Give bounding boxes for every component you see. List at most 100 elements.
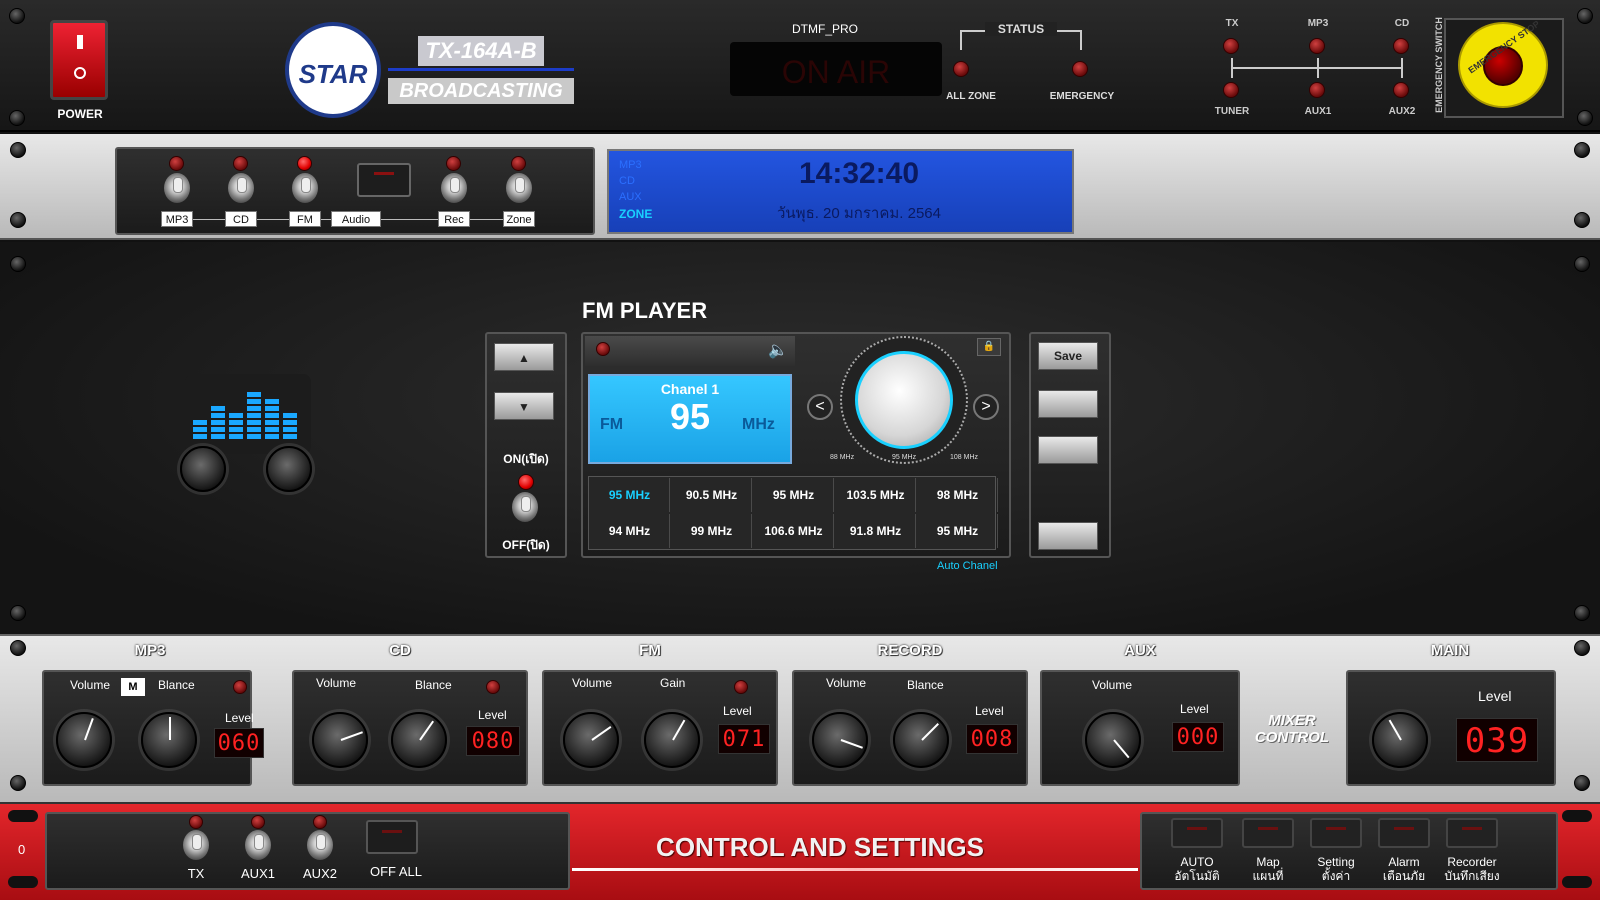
bottom-aux2-toggle[interactable]: [307, 830, 333, 860]
mixer-record-balance-label: Blance: [907, 678, 944, 692]
route-aux1-led[interactable]: [1309, 82, 1325, 98]
route-tuner-led[interactable]: [1223, 82, 1239, 98]
source-rec-label: Rec: [438, 211, 470, 227]
source-cd-toggle[interactable]: [228, 173, 254, 203]
source-zone-toggle[interactable]: [506, 173, 532, 203]
dtmf-label: DTMF_PRO: [792, 22, 858, 36]
mixer-main-level-display: 039: [1456, 718, 1538, 762]
lock-icon[interactable]: 🔒: [977, 338, 1001, 356]
mixer-aux-level-label: Level: [1180, 702, 1209, 716]
control-auto-button[interactable]: [1171, 818, 1223, 848]
lcd-indicator-cd: CD: [619, 175, 635, 187]
fm-tuning-dial[interactable]: [855, 351, 953, 449]
source-zone-led: [511, 156, 526, 171]
source-audio-button[interactable]: [357, 163, 411, 197]
fm-next-button[interactable]: >: [973, 394, 999, 420]
lcd-indicator-zone: ZONE: [619, 207, 653, 221]
bottom-tx-toggle[interactable]: [183, 830, 209, 860]
mixer-mp3-balance-knob[interactable]: [141, 712, 197, 768]
bottom-side-value: 0: [18, 842, 26, 857]
fm-preset-6[interactable]: 94 MHz: [590, 514, 670, 548]
mixer-fm-level-label: Level: [723, 704, 752, 718]
fm-slot-button-2[interactable]: [1038, 436, 1098, 464]
mixer-fm-volume-knob[interactable]: [563, 712, 619, 768]
fm-slot-button-1[interactable]: [1038, 390, 1098, 418]
mixer-mp3-level-label: Level: [225, 711, 254, 725]
control-auto-thai-label: อัตโนมัติ: [1174, 869, 1220, 883]
on-air-display: ON AIR: [730, 42, 942, 96]
mixer-cd-volume-knob[interactable]: [312, 712, 368, 768]
equalizer-bar-segment: [193, 420, 207, 425]
route-tx-led[interactable]: [1223, 38, 1239, 54]
power-switch-ring: [74, 67, 86, 79]
fm-slot-button-3[interactable]: [1038, 522, 1098, 550]
source-mp3-toggle[interactable]: [164, 173, 190, 203]
fm-preset-3[interactable]: 95 MHz: [754, 478, 834, 512]
fm-prev-button[interactable]: <: [807, 394, 833, 420]
route-cd-led[interactable]: [1393, 38, 1409, 54]
fm-preset-2[interactable]: 90.5 MHz: [672, 478, 752, 512]
mixer-fm-led: [734, 680, 748, 694]
bottom-aux2-led: [313, 815, 327, 829]
source-rec-toggle[interactable]: [441, 173, 467, 203]
mixer-record-volume-knob[interactable]: [812, 712, 868, 768]
control-setting-button[interactable]: [1310, 818, 1362, 848]
mixer-main-knob[interactable]: [1372, 712, 1428, 768]
route-label-tx: TX: [1225, 18, 1239, 29]
on-air-text: ON AIR: [781, 54, 891, 90]
fm-preset-8[interactable]: 106.6 MHz: [754, 514, 834, 548]
emergency-switch-label: EMERGENCY SWITCH: [1434, 17, 1444, 113]
fm-dial-min: 88 MHz: [830, 454, 855, 461]
fm-preset-1[interactable]: 95 MHz: [590, 478, 670, 512]
eq-left-knob[interactable]: [180, 446, 226, 492]
equalizer-bar-segment: [229, 427, 243, 432]
control-alarm-button[interactable]: [1378, 818, 1430, 848]
equalizer-bar-segment: [193, 434, 207, 439]
control-map-button[interactable]: [1242, 818, 1294, 848]
speaker-icon[interactable]: 🔈: [768, 340, 788, 360]
bottom-aux1-toggle[interactable]: [245, 830, 271, 860]
fm-save-button[interactable]: Save: [1038, 342, 1098, 370]
mixer-cd-balance-knob[interactable]: [391, 712, 447, 768]
source-fm-label: FM: [289, 211, 321, 227]
off-all-label: OFF ALL: [369, 864, 423, 879]
screw: [10, 775, 26, 791]
fm-down-button[interactable]: ▼: [494, 392, 554, 420]
mixer-cd-volume-label: Volume: [316, 676, 357, 690]
screw: [10, 605, 26, 621]
banner-line: [572, 868, 1138, 871]
bottom-side-slot: [1562, 810, 1592, 822]
fm-preset-4[interactable]: 103.5 MHz: [836, 478, 916, 512]
mixer-fm-gain-knob[interactable]: [644, 712, 700, 768]
mixer-mp3-volume-knob[interactable]: [56, 712, 112, 768]
source-fm-toggle[interactable]: [292, 173, 318, 203]
fm-preset-10[interactable]: 95 MHz: [918, 514, 998, 548]
power-switch-mark: [77, 35, 83, 49]
equalizer-bar-segment: [265, 406, 279, 411]
fm-preset-7[interactable]: 99 MHz: [672, 514, 752, 548]
control-map-thai-label: แผนที่: [1252, 869, 1284, 883]
status-emergency-led: [1072, 61, 1088, 77]
fm-title: FM PLAYER: [582, 298, 708, 323]
control-recorder-button[interactable]: [1446, 818, 1498, 848]
eq-right-knob[interactable]: [266, 446, 312, 492]
source-cd-label: CD: [225, 211, 257, 227]
mixer-aux-volume-knob[interactable]: [1085, 712, 1141, 768]
mixer-main-title: MAIN: [1430, 642, 1470, 659]
route-mp3-led[interactable]: [1309, 38, 1325, 54]
route-aux2-led[interactable]: [1393, 82, 1409, 98]
equalizer-bar-segment: [211, 413, 225, 418]
fm-up-button[interactable]: ▲: [494, 343, 554, 371]
fm-power-toggle[interactable]: [512, 492, 538, 522]
off-all-button[interactable]: [366, 820, 418, 854]
fm-preset-9[interactable]: 91.8 MHz: [836, 514, 916, 548]
fm-top-bar: [585, 336, 795, 366]
power-switch[interactable]: [50, 20, 108, 100]
fm-preset-5[interactable]: 98 MHz: [918, 478, 998, 512]
mixer-mp3-mute-button[interactable]: M: [121, 678, 145, 696]
status-all-zone-led: [953, 61, 969, 77]
mixer-record-balance-knob[interactable]: [893, 712, 949, 768]
fm-auto-channel[interactable]: Auto Chanel: [937, 560, 998, 572]
equalizer-bar-segment: [283, 434, 297, 439]
fm-channel-label: Chanel 1: [660, 381, 720, 397]
